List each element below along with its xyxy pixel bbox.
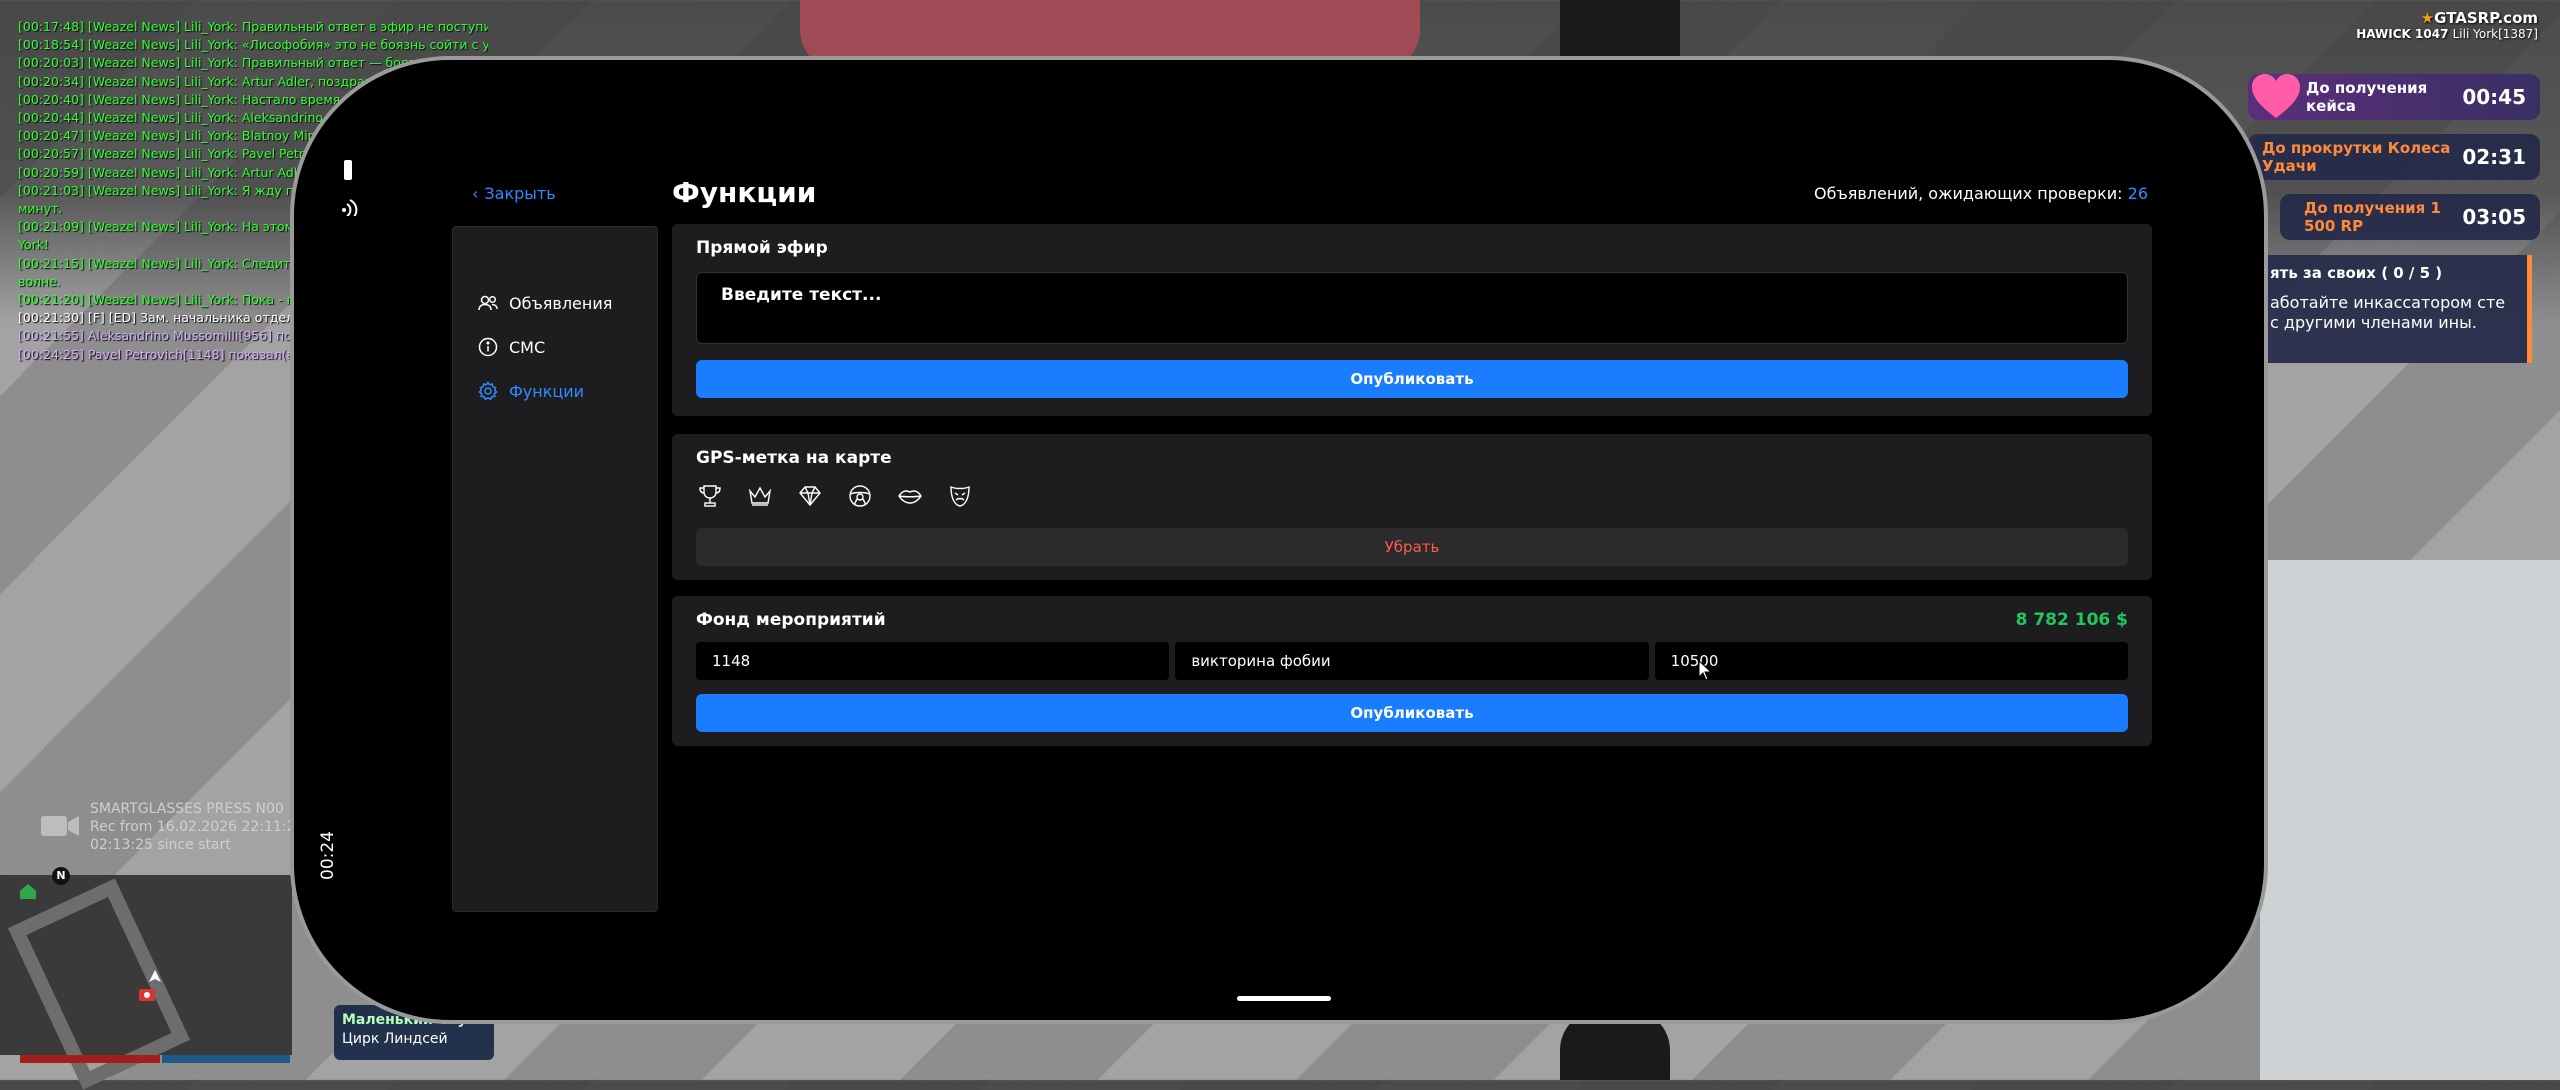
phone-sidebar: Объявления СМС Функции [452, 226, 658, 912]
fund-player-id-input[interactable]: 1148 [696, 642, 1170, 680]
background-floor [2260, 560, 2560, 1080]
sidebar-label-functions: Функции [509, 381, 585, 401]
pending-count: 26 [2127, 184, 2148, 203]
signal-icon [342, 199, 358, 216]
chat-line: [00:17:48] [Weazel News] Lili_York: Прав… [18, 19, 488, 34]
player-arrow-icon [149, 970, 161, 982]
event-fund-title: Фонд мероприятий [696, 610, 886, 630]
sidebar-label-announcements: Объявления [509, 293, 613, 313]
event-fund-card: Фонд мероприятий 8 782 106 $ 1148 виктор… [672, 596, 2152, 746]
fund-reason-input[interactable]: викторина фобии [1175, 642, 1649, 680]
gps-mark-title: GPS-метка на карте [696, 448, 892, 468]
sidebar-item-functions[interactable]: Функции [453, 369, 657, 413]
smartglasses-recorder: SMARTGLASSES PRESS N00 Rec from 16.02.20… [40, 800, 304, 854]
page-title: Функции [672, 176, 817, 209]
rp-timer-label: До получения 1 500 RP [2304, 199, 2441, 235]
recorder-line-1: SMARTGLASSES PRESS N00 [90, 801, 284, 817]
logo: ★GTASRP.com [2356, 10, 2538, 26]
lips-icon[interactable] [896, 482, 924, 510]
gps-icon-row [696, 482, 2128, 510]
event-fund-amount: 8 782 106 $ [2015, 610, 2128, 630]
server-name: HAWICK 1047 [2356, 27, 2449, 41]
chevron-left-icon: ‹ [472, 184, 479, 203]
phone-clock: 00:24 [318, 831, 338, 880]
sidebar-label-sms: СМС [509, 337, 546, 357]
wheel-timer: До прокрутки Колеса Удачи 02:31 [2248, 134, 2540, 180]
rp-timer: До получения 1 500 RP 03:05 [2280, 194, 2540, 240]
live-broadcast-title: Прямой эфир [696, 238, 828, 258]
sidebar-item-announcements[interactable]: Объявления [453, 281, 657, 325]
live-publish-button[interactable]: Опубликовать [696, 360, 2128, 398]
quest-title: ять за своих ( 0 / 5 ) [2270, 264, 2443, 282]
house-icon [20, 884, 36, 899]
event-fund-inputs: 1148 викторина фобии 10500 [696, 642, 2128, 680]
player-name: Lili York[1387] [2452, 27, 2538, 41]
quest-text: аботайте инкассатором сте с другими член… [2270, 293, 2506, 332]
pending-announcements: Объявлений, ожидающих проверки: 26 [1814, 184, 2148, 203]
health-armor-bars [20, 1055, 290, 1063]
case-timer-time: 00:45 [2462, 85, 2526, 109]
minimap-north-indicator: N [52, 867, 70, 885]
rp-timer-time: 03:05 [2462, 205, 2526, 229]
phone-frame: 00:24 ‹ Закрыть Объявления СМС Функции Ф [290, 56, 2268, 1024]
minimap: N [0, 867, 292, 1090]
chat-line: [00:18:54] [Weazel News] Lili_York: «Лис… [18, 37, 488, 53]
mouse-cursor-icon [1698, 660, 1712, 681]
battery-icon [344, 160, 352, 180]
server-brand: ★GTASRP.com HAWICK 1047 Lili York[1387] [2356, 10, 2538, 42]
live-text-input[interactable]: Введите текст... [696, 272, 2128, 344]
armor-bar [162, 1055, 290, 1063]
fund-amount-input[interactable]: 10500 [1654, 642, 2128, 680]
fund-publish-button[interactable]: Опубликовать [696, 694, 2128, 732]
heart-icon [2252, 74, 2300, 118]
wheel-timer-time: 02:31 [2462, 145, 2526, 169]
trophy-icon[interactable] [696, 482, 724, 510]
close-button[interactable]: ‹ Закрыть [472, 184, 556, 203]
video-camera-icon [41, 816, 79, 836]
info-icon [478, 337, 498, 357]
gear-icon [478, 381, 498, 401]
live-broadcast-card: Прямой эфир Введите текст... Опубликоват… [672, 224, 2152, 416]
health-bar [20, 1055, 160, 1063]
crown-icon[interactable] [746, 482, 774, 510]
star-icon: ★ [2420, 9, 2435, 27]
logo-text: GTASRP.com [2434, 9, 2538, 27]
close-label: Закрыть [484, 184, 556, 203]
camera-marker-icon [139, 989, 155, 1001]
zone-name: Цирк Линдсей [342, 1031, 448, 1047]
wheel-timer-label: До прокрутки Колеса Удачи [2262, 139, 2451, 175]
gps-remove-button[interactable]: Убрать [696, 528, 2128, 566]
recorder-line-2: Rec from 16.02.2026 22:11:28 [90, 819, 305, 835]
diamond-icon[interactable] [796, 482, 824, 510]
home-indicator[interactable] [1237, 996, 1331, 1001]
gps-mark-card: GPS-метка на карте Убрать [672, 434, 2152, 580]
server-info: HAWICK 1047 Lili York[1387] [2356, 26, 2538, 42]
sidebar-item-sms[interactable]: СМС [453, 325, 657, 369]
pending-label: Объявлений, ожидающих проверки: [1813, 184, 2123, 203]
users-icon [478, 295, 498, 311]
event-fund-header: Фонд мероприятий 8 782 106 $ [696, 610, 2128, 630]
mask-icon[interactable] [946, 482, 974, 510]
steering-wheel-icon[interactable] [846, 482, 874, 510]
recorder-line-3: 02:13:25 since start [90, 837, 231, 853]
